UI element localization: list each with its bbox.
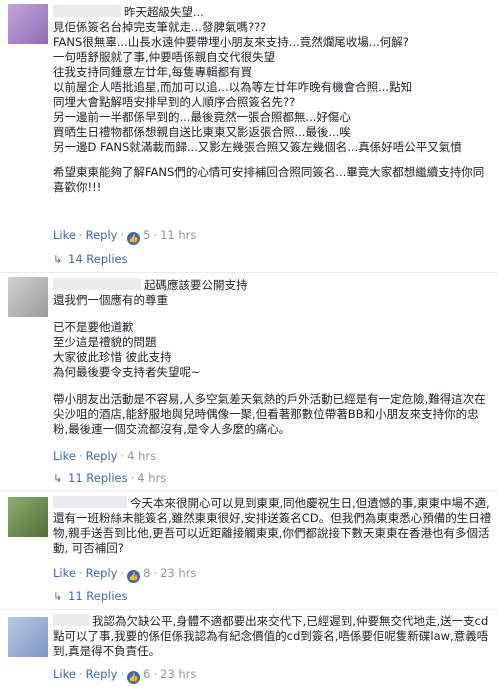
like-button[interactable]: Like	[53, 566, 76, 580]
like-button[interactable]: Like	[53, 667, 76, 681]
commenter-name[interactable]	[53, 496, 127, 508]
comment-text-line: 至少這是禮貌的問題	[53, 335, 157, 349]
comment-text-line: 同埋大會點解唔安排早到的人順序合照簽名先??	[53, 95, 296, 109]
divider	[0, 609, 498, 610]
comment-text-line: FANS很無辜...山長水遠仲要帶埋小朋友來支持...竟然爛尾收場...何解?	[53, 35, 409, 49]
comment-text-line: 昨天超級失望...	[124, 5, 204, 19]
avatar[interactable]	[8, 617, 48, 657]
reply-button[interactable]: Reply	[86, 667, 118, 681]
comment-body: 今天本來很開心可以見到東東,同他慶祝生日,但遺憾的事,東東中場不適,還有一班粉絲…	[53, 496, 493, 556]
view-replies-link[interactable]: ↳ 11 Replies	[53, 589, 128, 603]
commenter-name[interactable]	[53, 5, 121, 17]
view-replies-link[interactable]: ↳ 11 Replies · 4 hrs	[53, 471, 166, 485]
reply-arrow-icon: ↳	[53, 590, 63, 603]
reply-arrow-icon: ↳	[53, 472, 63, 485]
thumbs-up-icon: 👍	[127, 232, 141, 245]
comment-text-line: 已不是要他道歉	[53, 320, 134, 334]
reply-arrow-icon: ↳	[53, 253, 63, 266]
replies-count[interactable]: 14 Replies	[68, 252, 128, 266]
comment-text-line: 還我們一個應有的尊重	[53, 293, 168, 307]
replies-count[interactable]: 11 Replies	[68, 589, 128, 603]
reply-button[interactable]: Reply	[86, 228, 118, 242]
like-button[interactable]: Like	[53, 449, 76, 463]
like-count[interactable]: 6	[143, 667, 150, 681]
comment-text-line: 帶小朋友出活動是不容易,人多空氣差天氣熱的戶外活動已經是有一定危險,難得這次在尖…	[53, 392, 486, 436]
replies-count[interactable]: 11 Replies	[68, 471, 128, 485]
comment-actions: Like · Reply · 👍 6 · 23 hrs	[53, 667, 197, 684]
commenter-name[interactable]	[53, 614, 89, 626]
commenter-name[interactable]	[53, 278, 141, 290]
divider	[0, 490, 498, 491]
comment-text-line: 往我支持同鍾意左廿年,每隻專輯都有買	[53, 65, 253, 79]
comment-text-line: 以前屋企人唔批追星,而加可以追...以為等左廿年咋晚有機會合照...點知	[53, 80, 413, 94]
timestamp[interactable]: 11 hrs	[160, 228, 196, 242]
comment-text-line: 另一邊前一半都係早到的...最後竟然一張合照都無...好傷心	[53, 110, 351, 124]
thumbs-up-icon: 👍	[127, 671, 141, 684]
timestamp[interactable]: 4 hrs	[127, 449, 156, 463]
like-button[interactable]: Like	[53, 228, 76, 242]
view-replies-link[interactable]: ↳ 14 Replies	[53, 252, 128, 266]
avatar[interactable]	[8, 497, 48, 537]
comment-body: 我認為欠缺公平,身體不適都要出來交代下,已經遲到,仲要無交代地走,送一支cd點可…	[53, 614, 493, 659]
comment-text-line: 大家彼此珍惜 彼此支持	[53, 350, 172, 364]
thumbs-up-icon: 👍	[127, 570, 141, 583]
like-count[interactable]: 5	[143, 228, 150, 242]
comment-body: 昨天超級失望... 見佢係簽名台掉完支筆就走...發脾氣嗎??? FANS很無辜…	[53, 5, 493, 195]
comment-body: 起碼應該要公開支持 還我們一個應有的尊重 已不是要他道歉 至少這是禮貌的問題 大…	[53, 278, 493, 437]
replies-timestamp[interactable]: 4 hrs	[137, 471, 166, 485]
comment-text-line: 一句唔舒服就了事,仲要唔係親自交代很失望	[53, 50, 276, 64]
comment-actions: Like · Reply · 👍 5 · 11 hrs	[53, 228, 197, 245]
reply-button[interactable]: Reply	[86, 566, 118, 580]
reply-button[interactable]: Reply	[86, 449, 118, 463]
comment-text-line: 為何最後要令支持者失望呢~	[53, 365, 201, 379]
comment-text-line: 另一邊D FANS就滿載而歸...又影左幾張合照又簽左幾個名...真係好唔公平又…	[53, 140, 462, 154]
timestamp[interactable]: 23 hrs	[160, 566, 196, 580]
avatar[interactable]	[8, 4, 48, 44]
divider	[0, 272, 498, 273]
comment-text-line: 買晒生日禮物都係想親自送比東東又影返張合照...最後...唉	[53, 125, 351, 139]
timestamp[interactable]: 23 hrs	[160, 667, 196, 681]
comment-text-line: 起碼應該要公開支持	[144, 278, 248, 292]
comment-actions: Like · Reply · 4 hrs	[53, 449, 157, 463]
comment-text-line: 見佢係簽名台掉完支筆就走...發脾氣嗎???	[53, 20, 267, 34]
avatar[interactable]	[8, 277, 48, 317]
like-count[interactable]: 8	[143, 566, 150, 580]
comment-text-line: 我認為欠缺公平,身體不適都要出來交代下,已經遲到,仲要無交代地走,送一支cd點可…	[53, 614, 489, 658]
comment-actions: Like · Reply · 👍 8 · 23 hrs	[53, 566, 197, 583]
comment-text-line: 希望東東能夠了解FANS們的心情可安排補回合照同簽名...畢竟大家都想繼續支持你…	[53, 165, 485, 194]
